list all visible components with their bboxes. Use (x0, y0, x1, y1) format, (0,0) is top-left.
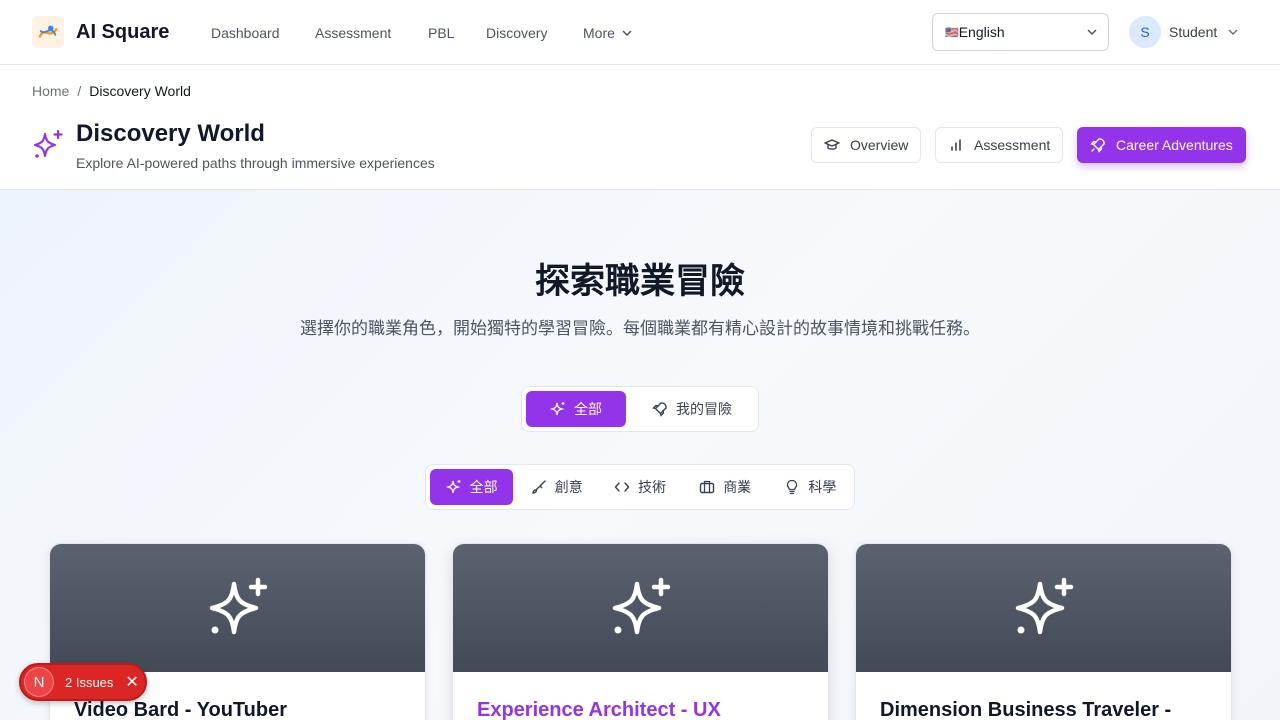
category-creative[interactable]: 創意 (517, 469, 596, 505)
tab-my-adventures[interactable]: 我的冒險 (630, 391, 754, 427)
page-header: Home / Discovery World Discovery World E… (0, 65, 1280, 190)
card-banner (50, 544, 425, 672)
hero-subtitle: 選擇你的職業角色，開始獨特的學習冒險。每個職業都有精心設計的故事情境和挑戰任務。 (300, 319, 980, 338)
card-banner (856, 544, 1231, 672)
career-card[interactable]: Experience Architect - UX (452, 543, 829, 720)
nextjs-icon: N (24, 667, 54, 697)
issues-badge[interactable]: N 2 Issues ✕ (19, 663, 147, 701)
briefcase-icon (699, 480, 715, 494)
assessment-button[interactable]: Assessment (935, 127, 1064, 163)
nav-more-label: More (583, 25, 615, 41)
brush-icon (532, 480, 546, 494)
sparkles-icon (612, 577, 670, 635)
category-science-label: 科學 (808, 479, 837, 495)
app-logo[interactable] (32, 16, 64, 48)
category-tech[interactable]: 技術 (600, 469, 679, 505)
lightbulb-icon (787, 479, 798, 495)
language-value: English (958, 24, 1005, 40)
breadcrumb-home[interactable]: Home (32, 83, 69, 99)
code-icon (614, 482, 630, 492)
graduation-cap-icon (824, 139, 840, 150)
sparkles-icon (1015, 577, 1073, 635)
page-subtitle: Explore AI-powered paths through immersi… (76, 155, 435, 171)
breadcrumb: Home / Discovery World (32, 83, 191, 99)
sparkles-icon (550, 402, 565, 416)
category-creative-label: 創意 (554, 479, 583, 495)
career-card[interactable]: Dimension Business Traveler - (855, 543, 1232, 720)
main-content: 探索職業冒險 選擇你的職業角色，開始獨特的學習冒險。每個職業都有精心設計的故事情… (0, 190, 1280, 720)
rocket-icon (1090, 138, 1105, 153)
assessment-label: Assessment (974, 137, 1051, 153)
issues-label: 2 Issues (65, 674, 114, 690)
card-title: Video Bard - YouTuber (74, 699, 287, 720)
nav-pbl[interactable]: PBL (428, 25, 454, 41)
card-title: Dimension Business Traveler - (880, 699, 1172, 720)
overview-label: Overview (850, 137, 909, 153)
bar-chart-icon (951, 139, 961, 151)
page-title: Discovery World (76, 120, 265, 147)
avatar: S (1129, 16, 1161, 48)
card-title: Experience Architect - UX (477, 699, 721, 720)
close-icon[interactable]: ✕ (125, 672, 138, 692)
card-banner (453, 544, 828, 672)
category-tech-label: 技術 (638, 479, 666, 495)
nav-more[interactable]: More (583, 25, 633, 41)
category-all-label: 全部 (469, 479, 498, 495)
career-adventures-label: Career Adventures (1116, 137, 1233, 153)
rocket-icon (652, 402, 667, 417)
chevron-down-icon (1087, 29, 1097, 36)
user-name: Student (1169, 24, 1218, 40)
sparkles-icon (33, 129, 63, 158)
career-adventures-button[interactable]: Career Adventures (1077, 127, 1246, 163)
nav-assessment[interactable]: Assessment (315, 25, 391, 41)
flag-icon: 🇺🇸 (945, 26, 959, 39)
nav-dashboard[interactable]: Dashboard (211, 25, 280, 41)
chevron-down-icon (1228, 29, 1238, 36)
category-tabs: 全部 創意 技術 商業 科學 (425, 464, 855, 510)
sparkles-icon (445, 480, 461, 494)
breadcrumb-separator: / (77, 83, 82, 99)
tab-all-label: 全部 (574, 401, 602, 417)
category-science[interactable]: 科學 (771, 469, 850, 505)
top-navbar: AI Square Dashboard Assessment PBL Disco… (0, 0, 1280, 65)
sparkles-icon (209, 577, 267, 635)
user-menu[interactable]: S Student (1129, 16, 1239, 48)
app-name[interactable]: AI Square (76, 21, 169, 44)
category-business-label: 商業 (723, 479, 752, 495)
category-all[interactable]: 全部 (430, 469, 514, 505)
hero-title: 探索職業冒險 (534, 262, 745, 301)
chevron-down-icon (622, 30, 632, 37)
nav-discovery[interactable]: Discovery (486, 25, 547, 41)
category-business[interactable]: 商業 (684, 469, 767, 505)
tab-my-adventures-label: 我的冒險 (676, 401, 732, 417)
language-select[interactable]: 🇺🇸 English (932, 13, 1109, 51)
logo-icon (38, 25, 58, 38)
overview-button[interactable]: Overview (811, 127, 922, 163)
view-tabs: 全部 我的冒險 (521, 386, 759, 432)
breadcrumb-current: Discovery World (89, 83, 191, 99)
tab-all[interactable]: 全部 (526, 391, 626, 427)
